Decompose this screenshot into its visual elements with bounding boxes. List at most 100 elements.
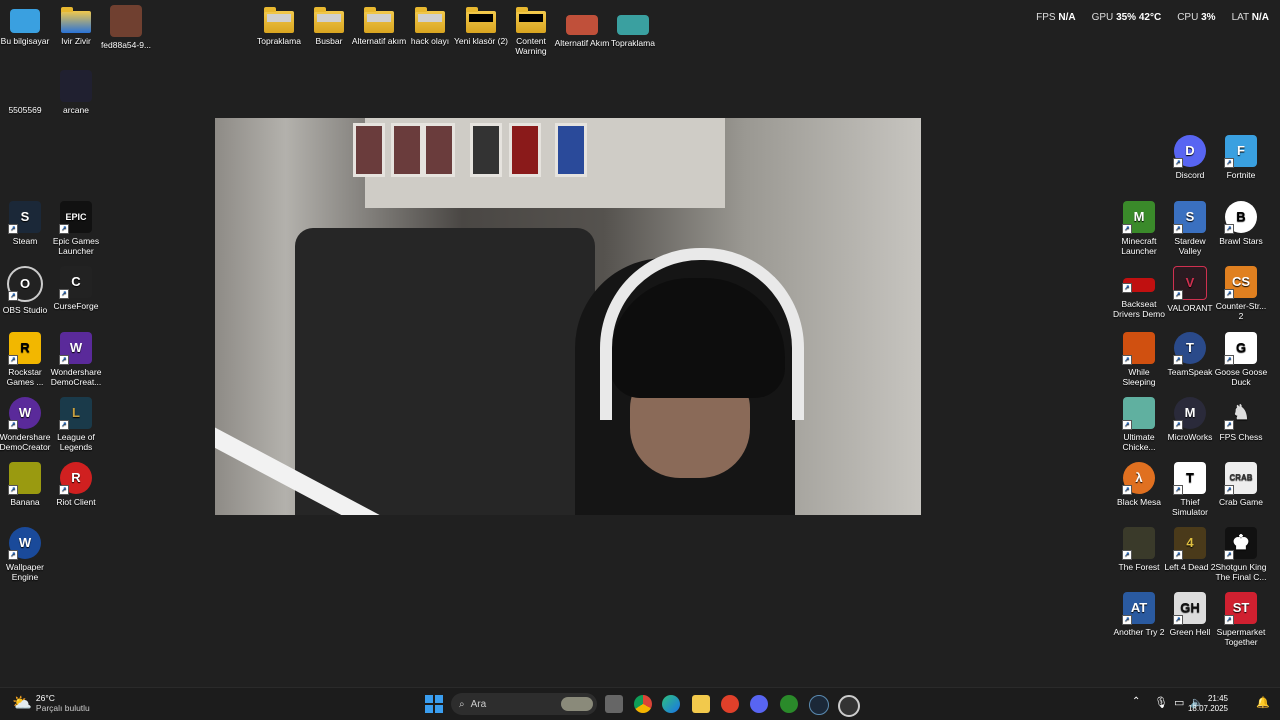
task-view-icon[interactable]: [605, 695, 623, 713]
taskbar: ⛅ 26°C Parçalı bulutlu ⌕ Ara ⌃ 🎙 ▭ 🔈 21:…: [0, 687, 1280, 720]
desktop-icon-fortnite[interactable]: F ↗ Fortnite: [1213, 135, 1269, 180]
desktop-icon-valorant[interactable]: V ↗ VALORANT: [1162, 266, 1218, 313]
desktop-icon-wondershare-2[interactable]: W ↗ Wondershare DemoCreator: [0, 397, 53, 452]
desktop-icon-left-4-dead-2[interactable]: 4 ↗ Left 4 Dead 2: [1162, 527, 1218, 572]
desktop-icon-shotgun-king[interactable]: ♚ ↗ Shotgun King The Final C...: [1213, 527, 1269, 582]
desktop-icon-5505569[interactable]: 5505569: [0, 70, 53, 115]
chess-knight-icon: ♞ ↗: [1224, 397, 1257, 430]
desktop-icon-goose-goose-duck[interactable]: G ↗ Goose Goose Duck: [1213, 332, 1269, 387]
desktop-icon-riot[interactable]: R ↗ Riot Client: [48, 462, 104, 507]
green-hell-icon: GH ↗: [1173, 592, 1206, 625]
desktop-icon-discord[interactable]: D ↗ Discord: [1162, 135, 1218, 180]
desktop-icon-the-forest[interactable]: ↗ The Forest: [1111, 527, 1167, 572]
cpu-readout: CPU 3%: [1177, 12, 1216, 23]
desktop-icon-green-hell[interactable]: GH ↗ Green Hell: [1162, 592, 1218, 637]
desktop-icon-another-try-2[interactable]: AT ↗ Another Try 2: [1111, 592, 1167, 637]
steam-taskbar-icon[interactable]: [809, 695, 829, 715]
desktop-icon-bu-bilgisayar[interactable]: Bu bilgisayar: [0, 5, 53, 46]
desktop-icon-label: TeamSpeak: [1167, 367, 1213, 377]
fps-readout: FPS N/A: [1036, 12, 1076, 23]
microphone-icon[interactable]: 🎙: [1154, 696, 1168, 709]
desktop-icon-label: Wondershare DemoCreator: [0, 432, 51, 452]
car-icon: ↗: [1122, 278, 1155, 293]
desktop-icon-label: Epic Games Launcher: [52, 236, 100, 256]
desktop-icon-label: Counter-Str... 2: [1215, 301, 1267, 321]
desktop-icon-brawl-stars[interactable]: B ↗ Brawl Stars: [1213, 201, 1269, 246]
desktop-icon-label: Bu bilgisayar: [0, 36, 50, 46]
obs-icon: O ↗: [7, 266, 43, 302]
desktop-icon-label: Crab Game: [1219, 497, 1263, 507]
weather-desc: Parçalı bulutlu: [35, 703, 90, 713]
desktop-icon-epic-games[interactable]: EPIC ↗ Epic Games Launcher: [48, 201, 104, 256]
desktop-icon-label: Stardew Valley: [1174, 236, 1206, 256]
desktop-icon-steam[interactable]: S ↗ Steam: [0, 201, 53, 246]
app-icon-red[interactable]: [721, 695, 739, 713]
desktop-icon-label: Wondershare DemoCreat...: [50, 367, 102, 387]
folder-topraklama-1[interactable]: Topraklama: [251, 5, 307, 46]
desktop-icon-label: VALORANT: [1167, 303, 1213, 313]
league-icon: L ↗: [59, 397, 92, 430]
desktop-icon-obs[interactable]: O ↗ OBS Studio: [0, 266, 53, 315]
desktop-icon-black-mesa[interactable]: λ ↗ Black Mesa: [1111, 462, 1167, 507]
desktop-icon-rockstar[interactable]: R ↗ Rockstar Games ...: [0, 332, 53, 387]
riot-icon: R ↗: [59, 462, 92, 495]
desktop-icon-crab-game[interactable]: CRAB ↗ Crab Game: [1213, 462, 1269, 507]
xbox-icon[interactable]: [780, 695, 798, 713]
folder-hack-olayi[interactable]: hack olayı: [402, 5, 458, 46]
folder-content-warning[interactable]: Content Warning: [503, 5, 559, 56]
network-icon[interactable]: ▭: [1174, 696, 1184, 709]
desktop-icon-supermarket-together[interactable]: ST ↗ Supermarket Together: [1213, 592, 1269, 647]
folder-alternatif-akim-1[interactable]: Alternatif akım: [351, 5, 407, 46]
desktop-icon-while-sleeping[interactable]: ↗ While Sleeping: [1111, 332, 1167, 387]
desktop-icon-ultimate-chicken[interactable]: ↗ Ultimate Chicke...: [1111, 397, 1167, 452]
file-explorer-icon[interactable]: [692, 695, 710, 713]
edge-icon[interactable]: [662, 695, 680, 713]
desktop-icon-fed88a54[interactable]: fed88a54-9...: [98, 5, 154, 50]
file-alternatif-akim-2[interactable]: Alternatif Akım: [554, 5, 610, 48]
file-icon: [60, 70, 92, 102]
microworks-icon: M ↗: [1173, 397, 1206, 430]
chevron-up-icon[interactable]: ⌃: [1132, 696, 1140, 707]
folder-label: Topraklama: [257, 36, 301, 46]
desktop-icon-ivir-zivir[interactable]: Ivir Zivir: [48, 5, 104, 46]
start-button[interactable]: [425, 695, 443, 713]
desktop-icon-label: Left 4 Dead 2: [1164, 562, 1216, 572]
search-box[interactable]: ⌕ Ara: [451, 693, 597, 715]
desktop-icon-stardew[interactable]: S ↗ Stardew Valley: [1162, 201, 1218, 256]
obs-taskbar-icon[interactable]: [838, 695, 860, 717]
desktop-icon-teamspeak[interactable]: T ↗ TeamSpeak: [1162, 332, 1218, 377]
epic-games-icon: EPIC ↗: [59, 201, 92, 234]
file-topraklama-2[interactable]: Topraklama: [605, 5, 661, 48]
desktop-icon-league[interactable]: L ↗ League of Legends: [48, 397, 104, 452]
desktop-icon-counter-strike[interactable]: CS ↗ Counter-Str... 2: [1213, 266, 1269, 321]
search-icon: ⌕: [459, 698, 465, 710]
folder-label: Yeni klasör (2): [453, 36, 509, 46]
steam-icon: S ↗: [8, 201, 41, 234]
gpu-readout: GPU 35% 42°C: [1091, 12, 1162, 23]
desktop-icon-banana[interactable]: ↗ Banana: [0, 462, 53, 507]
desktop-icon-label: Banana: [10, 497, 40, 507]
desktop-icon-label: Brawl Stars: [1219, 236, 1263, 246]
desktop-icon-label: Backseat Drivers Demo: [1113, 299, 1165, 319]
desktop-icon-wallpaper-engine[interactable]: W ↗ Wallpaper Engine: [0, 527, 53, 582]
discord-taskbar-icon[interactable]: [750, 695, 768, 713]
desktop-icon-curseforge[interactable]: C ↗ CurseForge: [48, 266, 104, 311]
desktop-icon-microworks[interactable]: M ↗ MicroWorks: [1162, 397, 1218, 442]
clock[interactable]: 21:45 18.07.2025: [1188, 694, 1228, 714]
desktop-icon-minecraft[interactable]: M ↗ Minecraft Launcher: [1111, 201, 1167, 256]
desktop-icon-wondershare-1[interactable]: W ↗ Wondershare DemoCreat...: [48, 332, 104, 387]
notification-icon[interactable]: 🔔: [1256, 696, 1270, 709]
weather-widget[interactable]: ⛅ 26°C Parçalı bulutlu: [12, 693, 90, 713]
desktop-icon-label: The Forest: [1118, 562, 1160, 572]
folder-icon: [466, 7, 496, 33]
desktop-icon-label: Supermarket Together: [1216, 627, 1266, 647]
desktop-icon-fps-chess[interactable]: ♞ ↗ FPS Chess: [1213, 397, 1269, 442]
folder-busbar[interactable]: Busbar: [301, 5, 357, 46]
folder-yeni-klasor-2[interactable]: Yeni klasör (2): [453, 5, 509, 46]
desktop-icon-arcane[interactable]: arcane: [48, 70, 104, 115]
folder-icon: [264, 7, 294, 33]
desktop-icon-thief-simulator[interactable]: T ↗ Thief Simulator: [1162, 462, 1218, 517]
desktop-icon-backseat-drivers[interactable]: ↗ Backseat Drivers Demo: [1111, 266, 1167, 319]
file-icon: [9, 70, 41, 102]
chrome-icon[interactable]: [634, 695, 652, 713]
